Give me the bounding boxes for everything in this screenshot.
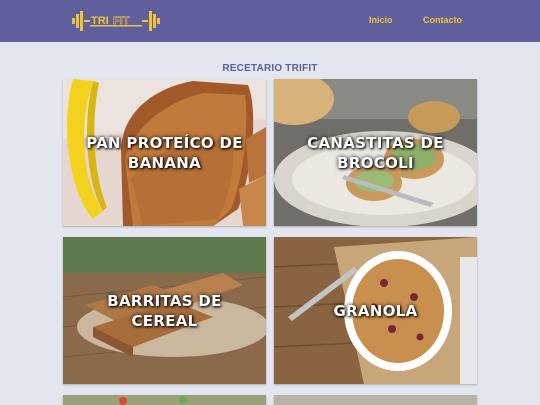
- recipe-title: CANASTITAS DE BROCOLI: [307, 133, 444, 172]
- recipe-title: PAN PROTEÍCO DE BANANA: [86, 133, 243, 172]
- page-title: RECETARIO TRIFIT: [222, 63, 318, 74]
- recipe-card-partial[interactable]: [63, 395, 266, 405]
- nav-link-contacto[interactable]: Contacto: [423, 15, 462, 25]
- recipe-card-pan-proteico[interactable]: PAN PROTEÍCO DE BANANA: [63, 79, 266, 226]
- recipe-title: BARRITAS DE CEREAL: [107, 291, 222, 330]
- site-header: TRI FIT Inicio Contacto: [0, 0, 540, 42]
- recipe-card-granola[interactable]: GRANOLA: [274, 237, 477, 384]
- recipe-card-partial[interactable]: [274, 395, 477, 405]
- svg-text:TRI: TRI: [91, 15, 109, 27]
- recipe-card-barritas[interactable]: BARRITAS DE CEREAL: [63, 237, 266, 384]
- recipe-image: [63, 395, 266, 405]
- svg-text:FIT: FIT: [113, 15, 130, 27]
- recipe-card-canastitas[interactable]: CANASTITAS DE BROCOLI: [274, 79, 477, 226]
- trifit-logo[interactable]: TRI FIT: [72, 10, 160, 32]
- nav-link-inicio[interactable]: Inicio: [369, 15, 393, 25]
- recipe-title: GRANOLA: [333, 301, 418, 320]
- recipe-image: [274, 395, 477, 405]
